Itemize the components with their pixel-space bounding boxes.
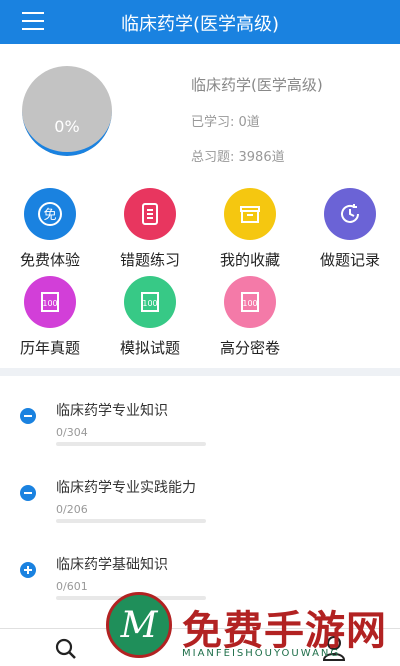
learned-count: 已学习: 0道 xyxy=(191,115,260,130)
progress-circle: 0% xyxy=(22,66,112,156)
chapter-progress-bar xyxy=(56,519,206,523)
chapter-name: 临床药学专业实践能力 xyxy=(56,480,196,496)
svg-text:100: 100 xyxy=(242,299,257,308)
total-count: 总习题: 3986道 xyxy=(191,150,285,165)
svg-text:100: 100 xyxy=(42,299,57,308)
progress-arc xyxy=(22,66,112,156)
expand-icon[interactable] xyxy=(20,562,36,578)
chapter-name: 临床药学专业知识 xyxy=(56,403,168,419)
past-exams-button[interactable]: 100 历年真题 xyxy=(15,276,85,358)
mock-exams-button[interactable]: 100 模拟试题 xyxy=(115,276,185,358)
search-icon[interactable] xyxy=(54,637,78,665)
records-button[interactable]: 做题记录 xyxy=(315,188,385,270)
free-trial-button[interactable]: 免 免费体验 xyxy=(15,188,85,270)
past-exams-label: 历年真题 xyxy=(19,339,80,357)
chapter-name: 临床药学基础知识 xyxy=(56,557,168,573)
svg-text:100: 100 xyxy=(142,299,157,308)
collapse-icon[interactable] xyxy=(20,408,36,424)
wrong-practice-label: 错题练习 xyxy=(119,251,180,269)
free-trial-label: 免费体验 xyxy=(19,251,80,269)
favorites-button[interactable]: 我的收藏 xyxy=(215,188,285,270)
progress-summary: 0% 临床药学(医学高级) 已学习: 0道 总习题: 3986道 xyxy=(0,44,400,174)
chapter-count: 0/304 xyxy=(56,426,88,439)
top-bar: 临床药学(医学高级) xyxy=(0,0,400,44)
progress-percent: 0% xyxy=(54,117,80,136)
exam-paper-icon: 100 xyxy=(224,276,276,328)
records-label: 做题记录 xyxy=(319,251,380,269)
mock-exams-label: 模拟试题 xyxy=(119,339,180,357)
high-score-label: 高分密卷 xyxy=(219,339,280,357)
chapter-count: 0/206 xyxy=(56,503,88,516)
svg-text:免: 免 xyxy=(43,208,56,223)
chapter-item[interactable]: 临床药学专业知识 0/304 xyxy=(0,390,400,468)
notebook-icon xyxy=(124,188,176,240)
free-icon: 免 xyxy=(24,188,76,240)
collapse-icon[interactable] xyxy=(20,485,36,501)
wrong-practice-button[interactable]: 错题练习 xyxy=(115,188,185,270)
history-clock-icon xyxy=(324,188,376,240)
section-divider xyxy=(0,368,400,376)
exam-paper-icon: 100 xyxy=(24,276,76,328)
chapter-count: 0/601 xyxy=(56,580,88,593)
watermark-logo: M xyxy=(106,592,172,658)
high-score-button[interactable]: 100 高分密卷 xyxy=(215,276,285,358)
box-icon xyxy=(224,188,276,240)
chapter-progress-bar xyxy=(56,442,206,446)
site-watermark: M 免费手游网 MIANFEISHOUYOUWANG xyxy=(102,592,400,666)
favorites-label: 我的收藏 xyxy=(219,251,280,269)
chapter-item[interactable]: 临床药学专业实践能力 0/206 xyxy=(0,467,400,545)
watermark-subtext: MIANFEISHOUYOUWANG xyxy=(182,648,341,659)
exam-paper-icon: 100 xyxy=(124,276,176,328)
page-title: 临床药学(医学高级) xyxy=(120,14,280,35)
subject-title: 临床药学(医学高级) xyxy=(191,76,323,94)
